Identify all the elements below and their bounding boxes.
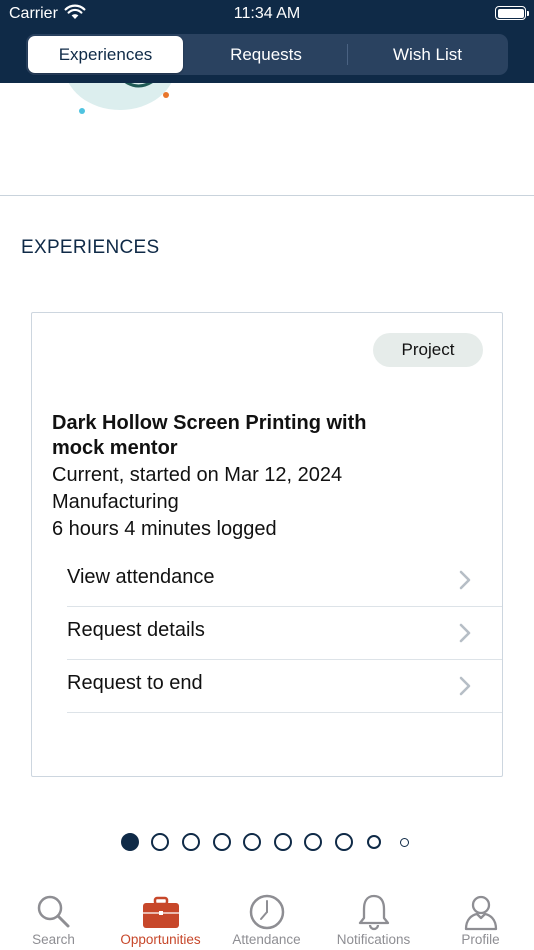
page-dot[interactable] — [304, 833, 322, 851]
status-bar: Carrier 11:34 AM — [0, 0, 534, 28]
page-dot[interactable] — [400, 838, 409, 847]
request-details-row[interactable]: Request details — [67, 607, 502, 660]
row-label: Request details — [67, 619, 205, 641]
tab-search[interactable]: Search — [0, 880, 107, 950]
row-label: Request to end — [67, 672, 203, 694]
experience-category: Manufacturing — [52, 491, 179, 513]
tab-label: Profile — [461, 932, 500, 947]
experience-status: Current, started on Mar 12, 2024 — [52, 464, 343, 486]
view-attendance-row[interactable]: View attendance — [67, 554, 502, 607]
segmented-control: Experiences Requests Wish List — [26, 34, 508, 75]
status-time: 11:34 AM — [233, 5, 301, 22]
page-dot[interactable] — [151, 833, 169, 851]
experience-card: Project Dark Hollow Screen Printing with… — [31, 312, 503, 777]
segment-requests[interactable]: Requests — [186, 36, 346, 73]
tab-attendance[interactable]: Attendance — [213, 880, 320, 950]
tab-label: Attendance — [232, 932, 301, 947]
row-label: View attendance — [67, 566, 215, 588]
person-icon — [464, 895, 497, 931]
tab-label: Opportunities — [120, 932, 201, 947]
tab-profile[interactable]: Profile — [427, 880, 534, 950]
chevron-right-icon — [459, 623, 471, 643]
experience-title: Dark Hollow Screen Printing with mock me… — [52, 412, 367, 459]
tab-label: Search — [32, 932, 75, 947]
top-navigation-bar: Carrier 11:34 AM Experiences Requests Wi… — [0, 0, 534, 83]
briefcase-icon — [142, 896, 179, 928]
page-dot[interactable] — [121, 833, 139, 851]
page-indicator — [0, 833, 534, 851]
illustration-graphic — [68, 83, 172, 114]
chevron-right-icon — [459, 570, 471, 590]
segment-wish-list[interactable]: Wish List — [349, 36, 506, 73]
header-illustration — [0, 83, 534, 123]
clock-icon — [249, 894, 284, 930]
tab-label: Notifications — [336, 932, 411, 947]
battery-icon — [495, 6, 529, 20]
tab-bar: Search Opportunities Attendance Notifica… — [0, 880, 534, 950]
section-divider — [0, 195, 534, 196]
search-icon — [37, 895, 69, 928]
tab-opportunities[interactable]: Opportunities — [107, 880, 214, 950]
chevron-right-icon — [459, 676, 471, 696]
page-dot[interactable] — [335, 833, 353, 851]
request-to-end-row[interactable]: Request to end — [67, 660, 502, 713]
segment-divider — [347, 44, 348, 65]
page-dot[interactable] — [213, 833, 231, 851]
page-dot[interactable] — [182, 833, 200, 851]
segment-experiences[interactable]: Experiences — [28, 36, 183, 73]
section-title: EXPERIENCES — [21, 237, 160, 258]
experience-hours: 6 hours 4 minutes logged — [52, 518, 277, 540]
page-dot[interactable] — [274, 833, 292, 851]
type-badge: Project — [373, 333, 483, 367]
page-dot[interactable] — [367, 835, 381, 849]
tab-notifications[interactable]: Notifications — [320, 880, 427, 950]
page-dot[interactable] — [243, 833, 261, 851]
bell-icon — [358, 894, 389, 931]
